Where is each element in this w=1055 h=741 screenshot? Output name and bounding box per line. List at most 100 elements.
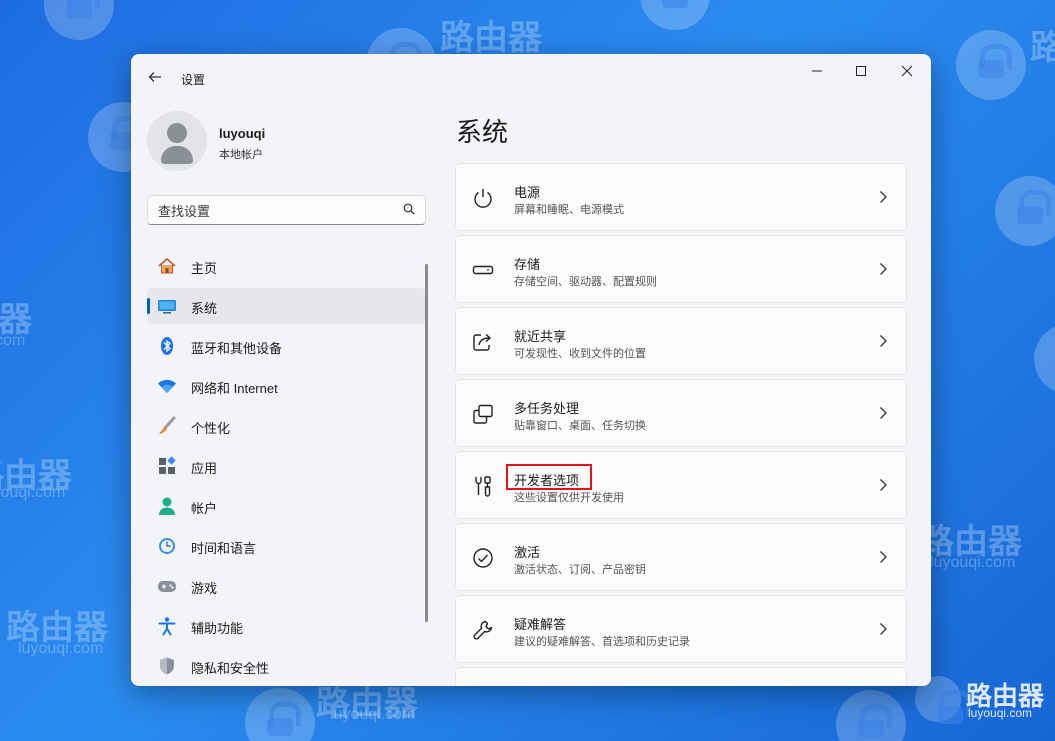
watermark-logo-icon	[640, 0, 710, 30]
chevron-right-icon	[880, 335, 887, 347]
card-title: 电源	[514, 185, 541, 200]
app-title: 设置	[181, 73, 206, 87]
card-troubleshoot[interactable]: 疑难解答 建议的疑难解答、首选项和历史记录	[455, 595, 907, 663]
card-subtitle: 贴靠窗口、桌面、任务切换	[514, 420, 646, 432]
search-box[interactable]	[147, 195, 426, 225]
watermark-brand: 路由器	[6, 609, 108, 647]
watermark-domain: luyouqi.com	[330, 706, 416, 723]
sidebar-item-time-language[interactable]: 时间和语言	[147, 528, 425, 564]
card-title: 疑难解答	[514, 617, 567, 632]
sidebar-item-label: 隐私和安全性	[191, 661, 270, 676]
settings-card-list: 电源 屏幕和睡眠、电源模式 存储 存储空间、驱动器、配置规则 就近共享 可发现性…	[455, 163, 907, 686]
close-button[interactable]	[885, 60, 929, 82]
bluetooth-icon	[157, 336, 177, 356]
sidebar-item-bluetooth[interactable]: 蓝牙和其他设备	[147, 328, 425, 364]
watermark-brand: 路由器	[1030, 29, 1055, 67]
power-icon	[474, 189, 492, 208]
card-title: 存储	[514, 257, 541, 272]
sidebar-item-label: 蓝牙和其他设备	[191, 341, 283, 356]
arrow-left-icon	[148, 72, 161, 82]
activation-icon	[473, 548, 493, 568]
chevron-right-icon	[880, 191, 887, 203]
developer-icon	[475, 476, 491, 497]
sidebar-item-label: 应用	[191, 461, 218, 476]
sidebar-item-accessibility[interactable]: 辅助功能	[147, 608, 425, 644]
avatar	[147, 111, 207, 171]
sidebar-item-label: 网络和 Internet	[191, 381, 278, 396]
storage-icon	[472, 265, 494, 275]
watermark-domain: luyouqi.com	[968, 706, 1033, 720]
minimize-icon	[812, 70, 822, 72]
card-title: 激活	[514, 545, 541, 560]
card-subtitle: 建议的疑难解答、首选项和历史记录	[514, 636, 690, 648]
brush-icon	[157, 416, 177, 436]
sidebar-item-label: 个性化	[191, 421, 231, 436]
maximize-icon	[856, 66, 866, 76]
watermark-logo-icon	[44, 0, 114, 40]
annotation-highlight-box	[506, 464, 592, 490]
sidebar-item-accounts[interactable]: 帐户	[147, 488, 425, 524]
close-icon	[901, 65, 913, 77]
card-title: 多任务处理	[514, 401, 580, 416]
watermark-domain: luyouqi.com	[0, 332, 26, 349]
watermark-domain: luyouqi.com	[18, 640, 104, 657]
watermark-brand: 路由器	[440, 19, 542, 57]
watermark-logo-icon	[836, 690, 906, 741]
card-subtitle: 这些设置仅供开发使用	[514, 492, 624, 504]
card-subtitle: 存储空间、驱动器、配置规则	[514, 276, 657, 288]
card-developer-options[interactable]: 开发者选项 这些设置仅供开发使用	[455, 451, 907, 519]
sidebar-item-network[interactable]: 网络和 Internet	[147, 368, 425, 404]
account-type: 本地帐户	[219, 149, 263, 161]
accessibility-icon	[157, 616, 177, 636]
time-language-icon	[157, 536, 177, 556]
sidebar-item-label: 帐户	[191, 501, 218, 516]
search-input[interactable]	[158, 201, 388, 221]
minimize-button[interactable]	[795, 60, 839, 82]
active-indicator	[147, 298, 150, 314]
share-icon	[473, 333, 492, 351]
multitask-icon	[473, 404, 493, 424]
chevron-right-icon	[880, 479, 887, 491]
user-profile[interactable]: luyouqi 本地帐户	[147, 111, 417, 171]
title-bar: 设置	[131, 54, 931, 100]
card-title: 就近共享	[514, 329, 567, 344]
card-power[interactable]: 电源 屏幕和睡眠、电源模式	[455, 163, 907, 231]
sidebar-item-privacy[interactable]: 隐私和安全性	[147, 648, 425, 684]
back-button[interactable]	[145, 66, 165, 88]
search-icon	[403, 203, 415, 215]
card-storage[interactable]: 存储 存储空间、驱动器、配置规则	[455, 235, 907, 303]
card-activation[interactable]: 激活 激活状态、订阅、产品密钥	[455, 523, 907, 591]
sidebar-item-apps[interactable]: 应用	[147, 448, 425, 484]
watermark-domain: luyouqi.com	[0, 484, 66, 501]
account-icon	[157, 496, 177, 516]
sidebar-scrollbar[interactable]	[425, 264, 428, 622]
wrench-icon	[473, 620, 493, 640]
apps-icon	[157, 456, 177, 476]
watermark-logo-icon	[956, 30, 1026, 100]
watermark-domain: luyouqi.com	[930, 554, 1016, 571]
sidebar-item-home[interactable]: 主页	[147, 248, 425, 284]
settings-window: 设置 luyouqi 本地帐户 主页	[131, 54, 931, 686]
card-next-partial[interactable]	[455, 667, 907, 686]
watermark-logo-icon	[245, 688, 315, 741]
chevron-right-icon	[880, 551, 887, 563]
shield-icon	[157, 656, 177, 676]
chevron-right-icon	[880, 623, 887, 635]
chevron-right-icon	[880, 263, 887, 275]
sidebar-item-label: 辅助功能	[191, 621, 244, 636]
card-nearby-sharing[interactable]: 就近共享 可发现性、收到文件的位置	[455, 307, 907, 375]
sidebar-item-label: 游戏	[191, 581, 218, 596]
chevron-right-icon	[880, 407, 887, 419]
card-subtitle: 屏幕和睡眠、电源模式	[514, 204, 624, 216]
sidebar-item-personalization[interactable]: 个性化	[147, 408, 425, 444]
card-multitasking[interactable]: 多任务处理 贴靠窗口、桌面、任务切换	[455, 379, 907, 447]
maximize-button[interactable]	[839, 60, 883, 82]
page-title: 系统	[456, 117, 509, 147]
watermark-logo-icon	[995, 176, 1055, 246]
sidebar-nav: 主页 系统 蓝牙和其他设备 网络和 Internet 个性化 应用 帐户 时间和…	[147, 248, 425, 686]
watermark-brand: 路由器	[0, 301, 32, 339]
user-name: luyouqi	[219, 126, 266, 141]
home-icon	[157, 256, 177, 276]
sidebar-item-system[interactable]: 系统	[147, 288, 425, 324]
sidebar-item-gaming[interactable]: 游戏	[147, 568, 425, 604]
